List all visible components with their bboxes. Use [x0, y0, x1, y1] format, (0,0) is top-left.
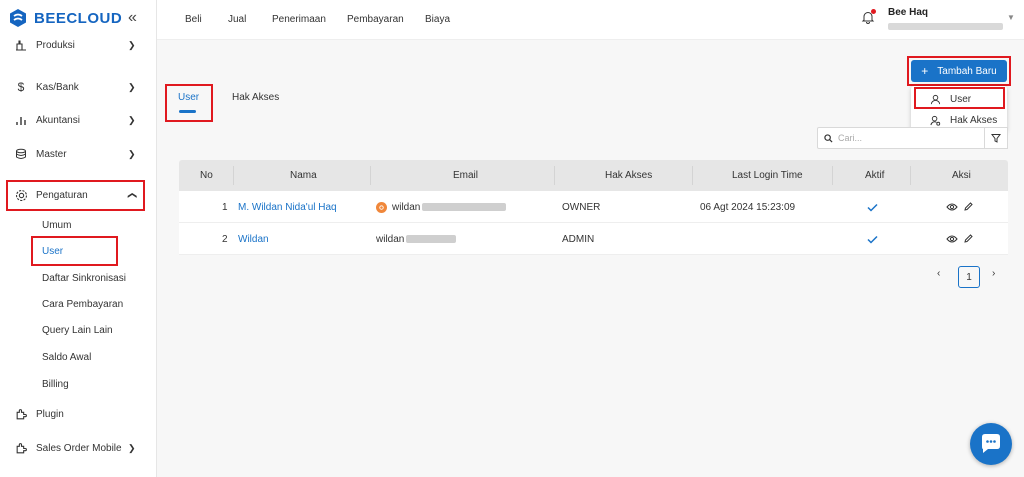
sidebar-item-label: Master — [36, 148, 67, 160]
email-redacted — [422, 203, 507, 211]
edit-icon[interactable] — [963, 191, 973, 223]
col-last-login: Last Login Time — [732, 170, 803, 181]
cell-nama-link[interactable]: M. Wildan Nida'ul Haq — [238, 191, 337, 223]
chevron-down-icon: ❯ — [128, 81, 136, 92]
users-table: No Nama Email Hak Akses Last Login Time … — [179, 160, 1008, 255]
chevron-down-icon: ❯ — [128, 148, 136, 159]
factory-icon — [14, 38, 28, 52]
cell-nama-link[interactable]: Wildan — [238, 223, 269, 255]
dropdown-item-label: Hak Akses — [950, 114, 998, 126]
cell-last-login: 06 Agt 2024 15:23:09 — [700, 201, 796, 213]
prev-page-icon[interactable]: ‹ — [937, 268, 940, 279]
search-input[interactable]: Cari... — [817, 127, 985, 149]
view-icon[interactable] — [946, 223, 958, 255]
col-aktif: Aktif — [865, 170, 885, 181]
cell-email: wildan — [376, 191, 507, 223]
sidebar-subitem-umum[interactable]: Umum — [42, 220, 71, 231]
caret-down-icon[interactable]: ▼ — [1007, 13, 1015, 22]
table-row: 1 M. Wildan Nida'ul Haq wildan OWNER 06 … — [179, 191, 1008, 223]
cell-email: wildan — [376, 223, 457, 255]
chevron-down-icon: ❯ — [128, 442, 136, 453]
cell-no: 1 — [222, 201, 228, 213]
sidebar-item-master[interactable]: Master ❯ — [0, 141, 156, 167]
view-icon[interactable] — [946, 191, 958, 223]
cell-hak-akses: ADMIN — [562, 233, 595, 245]
col-email: Email — [453, 170, 479, 181]
cell-hak-akses: OWNER — [562, 201, 601, 213]
tab-hak-akses[interactable]: Hak Akses — [232, 92, 279, 103]
notification-dot — [871, 9, 876, 14]
highlight-tambah-baru — [907, 56, 1011, 86]
active-check-icon — [867, 191, 878, 223]
highlight-dropdown-user — [914, 87, 1005, 109]
sidebar-item-kas-bank[interactable]: $ Kas/Bank ❯ — [0, 74, 156, 100]
user-name[interactable]: Bee Haq — [888, 7, 928, 18]
sidebar-item-label: Produksi — [36, 39, 75, 51]
bar-chart-icon — [14, 113, 28, 127]
sidebar-item-produksi[interactable]: Produksi ❯ — [0, 32, 156, 58]
topnav-biaya[interactable]: Biaya — [425, 14, 450, 25]
plugin-icon — [14, 407, 28, 421]
edit-icon[interactable] — [963, 223, 973, 255]
table-header: No Nama Email Hak Akses Last Login Time … — [179, 160, 1008, 191]
email-redacted — [406, 235, 457, 243]
highlight-pengaturan — [6, 180, 145, 211]
highlight-user-subitem — [31, 236, 118, 266]
chat-button[interactable] — [970, 423, 1012, 465]
column-separator — [832, 166, 833, 185]
sidebar-item-plugin[interactable]: Plugin — [0, 401, 156, 427]
user-avatar-icon — [376, 201, 387, 213]
next-page-icon[interactable]: › — [992, 268, 995, 279]
page-current[interactable]: 1 — [958, 266, 980, 288]
topnav-jual[interactable]: Jual — [228, 14, 246, 25]
dollar-icon: $ — [17, 80, 25, 94]
filter-icon — [991, 134, 1001, 143]
highlight-tab-user — [165, 84, 213, 122]
sidebar-subitem-cara-pembayaran[interactable]: Cara Pembayaran — [42, 299, 123, 310]
search-icon — [824, 133, 833, 143]
sidebar: BEECLOUD « Produksi ❯ $ Kas/Bank ❯ Akunt… — [0, 0, 157, 477]
user-company-redacted — [888, 23, 1003, 30]
sidebar-item-label: Plugin — [36, 408, 64, 420]
sidebar-subitem-saldo-awal[interactable]: Saldo Awal — [42, 352, 91, 363]
active-check-icon — [867, 223, 878, 255]
column-separator — [554, 166, 555, 185]
column-separator — [692, 166, 693, 185]
sidebar-item-label: Akuntansi — [36, 114, 80, 126]
column-separator — [370, 166, 371, 185]
column-separator — [233, 166, 234, 185]
email-text: wildan — [392, 201, 421, 213]
column-separator — [910, 166, 911, 185]
sidebar-subitem-daftar-sinkronisasi[interactable]: Daftar Sinkronisasi — [42, 273, 126, 284]
beecloud-logo-icon — [10, 9, 26, 27]
col-no: No — [200, 170, 213, 181]
topnav-pembayaran[interactable]: Pembayaran — [347, 14, 404, 25]
email-text: wildan — [376, 233, 405, 245]
chevron-down-icon: ❯ — [128, 39, 136, 50]
search-placeholder: Cari... — [838, 133, 863, 143]
cell-no: 2 — [222, 233, 228, 245]
sidebar-item-label: Sales Order Mobile — [36, 442, 122, 454]
sidebar-item-sales-order-mobile[interactable]: Sales Order Mobile ❯ — [0, 435, 156, 461]
collapse-sidebar-icon[interactable]: « — [128, 9, 137, 27]
topnav-beli[interactable]: Beli — [185, 14, 202, 25]
chevron-down-icon: ❯ — [128, 114, 136, 125]
sidebar-item-label: Kas/Bank — [36, 81, 79, 93]
sidebar-subitem-query-lain-lain[interactable]: Query Lain Lain — [42, 325, 113, 336]
col-hak-akses: Hak Akses — [605, 170, 653, 181]
brand[interactable]: BEECLOUD — [8, 8, 122, 28]
sidebar-subitem-billing[interactable]: Billing — [42, 379, 69, 390]
filter-button[interactable] — [984, 127, 1008, 149]
user-access-icon — [929, 115, 941, 126]
col-nama: Nama — [290, 170, 317, 181]
plugin-icon — [14, 441, 28, 455]
chat-icon — [982, 434, 1000, 453]
sidebar-item-akuntansi[interactable]: Akuntansi ❯ — [0, 107, 156, 133]
database-icon — [14, 147, 28, 161]
table-row: 2 Wildan wildan ADMIN — [179, 223, 1008, 255]
topnav-penerimaan[interactable]: Penerimaan — [272, 14, 326, 25]
col-aksi: Aksi — [952, 170, 971, 181]
brand-name: BEECLOUD — [34, 9, 123, 27]
